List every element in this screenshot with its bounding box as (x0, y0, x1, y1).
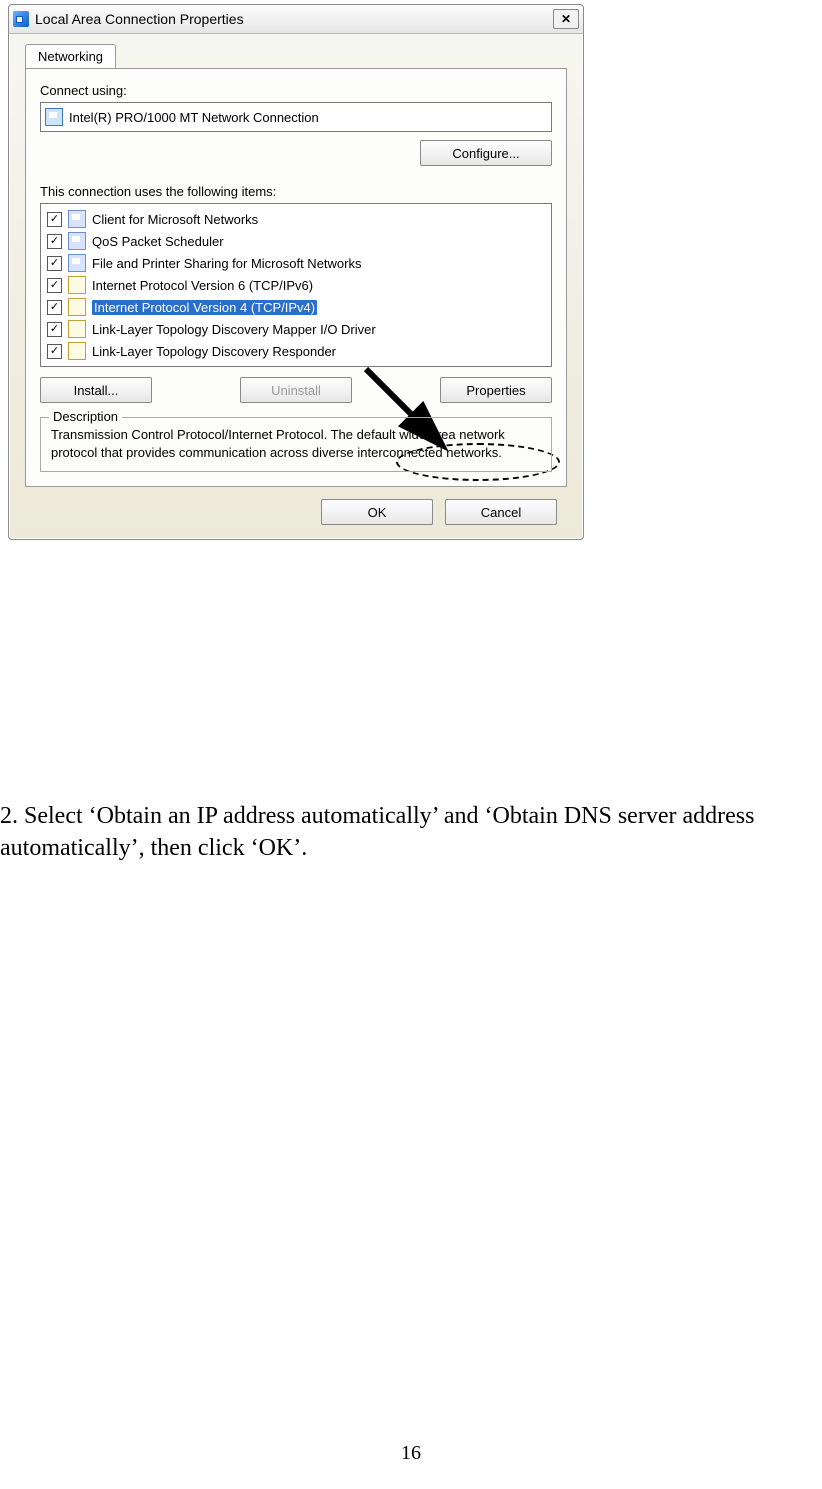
component-icon (68, 342, 86, 360)
list-item-label: File and Printer Sharing for Microsoft N… (92, 256, 361, 271)
configure-button[interactable]: Configure... (420, 140, 552, 166)
page-number: 16 (0, 1442, 822, 1465)
component-icon (68, 298, 86, 316)
adapter-field[interactable]: Intel(R) PRO/1000 MT Network Connection (40, 102, 552, 132)
list-item[interactable]: Internet Protocol Version 6 (TCP/IPv6) (43, 274, 549, 296)
list-item-label: Link-Layer Topology Discovery Responder (92, 344, 336, 359)
list-item-label: Internet Protocol Version 4 (TCP/IPv4) (92, 300, 317, 315)
checkbox-icon[interactable] (47, 322, 62, 337)
list-item[interactable]: Link-Layer Topology Discovery Mapper I/O… (43, 318, 549, 340)
list-item-label: Link-Layer Topology Discovery Mapper I/O… (92, 322, 376, 337)
list-item-label: Client for Microsoft Networks (92, 212, 258, 227)
component-icon (68, 254, 86, 272)
tab-networking[interactable]: Networking (25, 44, 116, 68)
items-label: This connection uses the following items… (40, 184, 552, 199)
cancel-button[interactable]: Cancel (445, 499, 557, 525)
titlebar: Local Area Connection Properties ✕ (9, 5, 583, 34)
list-item-label: QoS Packet Scheduler (92, 234, 224, 249)
properties-button[interactable]: Properties (440, 377, 552, 403)
component-icon (68, 276, 86, 294)
component-icon (68, 210, 86, 228)
checkbox-icon[interactable] (47, 212, 62, 227)
checkbox-icon[interactable] (47, 344, 62, 359)
list-item-label: Internet Protocol Version 6 (TCP/IPv6) (92, 278, 313, 293)
uninstall-button: Uninstall (240, 377, 352, 403)
list-item-selected[interactable]: Internet Protocol Version 4 (TCP/IPv4) (43, 296, 549, 318)
list-item[interactable]: File and Printer Sharing for Microsoft N… (43, 252, 549, 274)
list-item[interactable]: QoS Packet Scheduler (43, 230, 549, 252)
install-button[interactable]: Install... (40, 377, 152, 403)
checkbox-icon[interactable] (47, 300, 62, 315)
list-item[interactable]: Link-Layer Topology Discovery Responder (43, 340, 549, 362)
component-icon (68, 320, 86, 338)
description-group: Description Transmission Control Protoco… (40, 417, 552, 472)
adapter-name: Intel(R) PRO/1000 MT Network Connection (69, 110, 319, 125)
connect-using-label: Connect using: (40, 83, 552, 98)
component-icon (68, 232, 86, 250)
properties-button-label: Properties (466, 383, 525, 398)
close-button[interactable]: ✕ (553, 9, 579, 29)
window-title: Local Area Connection Properties (35, 11, 553, 27)
instruction-text: 2. Select ‘Obtain an IP address automati… (0, 800, 822, 865)
description-text: Transmission Control Protocol/Internet P… (51, 426, 541, 461)
ok-button[interactable]: OK (321, 499, 433, 525)
checkbox-icon[interactable] (47, 256, 62, 271)
checkbox-icon[interactable] (47, 234, 62, 249)
components-listbox[interactable]: Client for Microsoft Networks QoS Packet… (40, 203, 552, 367)
tab-panel: Connect using: Intel(R) PRO/1000 MT Netw… (25, 68, 567, 487)
list-item[interactable]: Client for Microsoft Networks (43, 208, 549, 230)
checkbox-icon[interactable] (47, 278, 62, 293)
properties-dialog: Local Area Connection Properties ✕ Netwo… (8, 4, 584, 540)
adapter-icon (45, 108, 63, 126)
description-label: Description (49, 409, 122, 424)
network-icon (13, 11, 29, 27)
